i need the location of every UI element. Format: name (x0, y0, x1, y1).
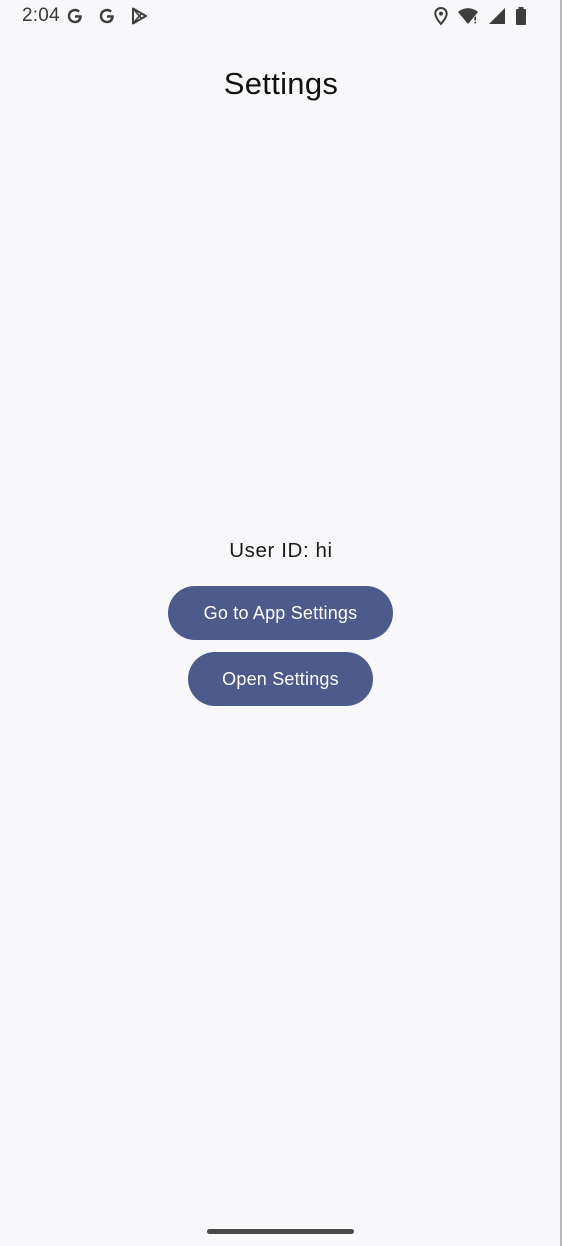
google-icon (97, 6, 117, 26)
go-to-app-settings-button[interactable]: Go to App Settings (168, 586, 393, 640)
location-icon (433, 6, 449, 26)
play-store-icon (129, 6, 149, 26)
status-time: 2:04 (22, 5, 60, 26)
status-bar: 2:04 (0, 0, 562, 34)
signal-icon (487, 6, 507, 26)
page-title: Settings (223, 66, 339, 101)
notification-icons (65, 6, 149, 26)
open-settings-button[interactable]: Open Settings (188, 652, 373, 706)
battery-icon (515, 6, 527, 26)
wifi-icon (457, 6, 479, 26)
user-id-label: User ID: hi (229, 539, 333, 562)
home-indicator[interactable] (207, 1229, 354, 1234)
system-status-icons (433, 6, 527, 26)
google-icon (65, 6, 85, 26)
